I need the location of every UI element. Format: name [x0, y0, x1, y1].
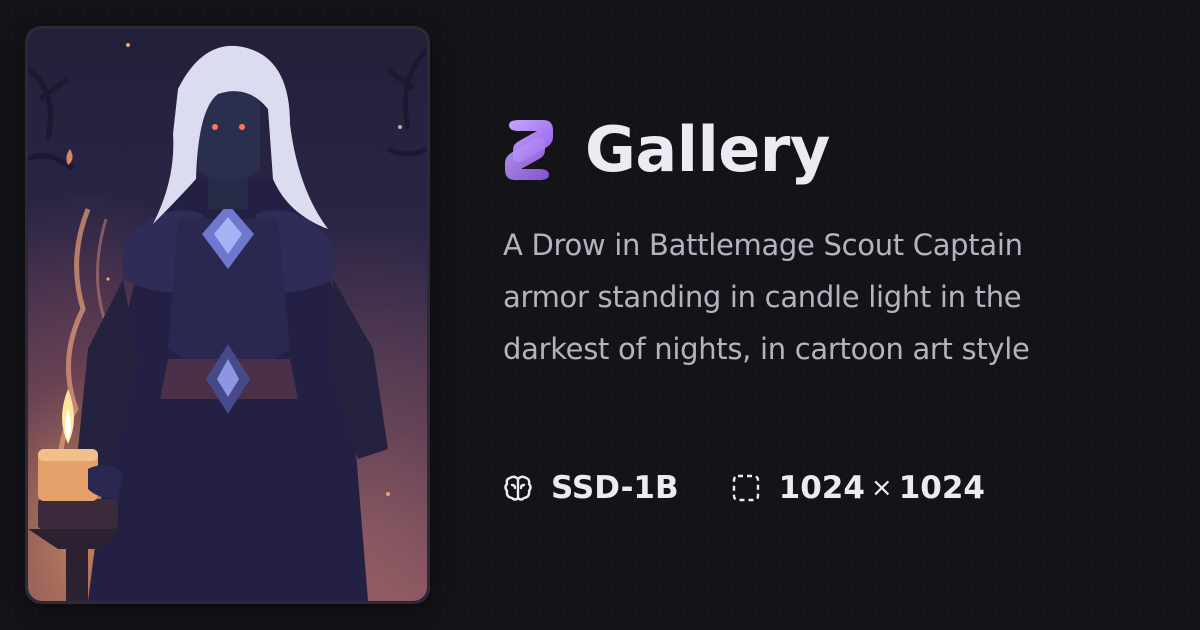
- model-info: SSD-1B: [503, 470, 679, 506]
- artwork-image[interactable]: [28, 29, 427, 601]
- artwork-card[interactable]: [25, 26, 430, 604]
- dashed-square-icon: [732, 474, 759, 502]
- dimension-separator: ×: [870, 473, 893, 503]
- gallery-logo-icon: [505, 120, 553, 180]
- drow-illustration: [28, 43, 427, 601]
- image-height: 1024: [898, 470, 985, 506]
- metadata-row: SSD-1B 1024 × 1024: [503, 466, 985, 510]
- brand-header[interactable]: Gallery: [503, 112, 830, 188]
- page-title: Gallery: [585, 113, 830, 186]
- brain-icon: [504, 475, 532, 501]
- model-name: SSD-1B: [551, 470, 679, 506]
- image-width: 1024: [778, 470, 865, 506]
- prompt-text: A Drow in Battlemage Scout Captain armor…: [503, 228, 1030, 366]
- dimensions-info: 1024 × 1024: [731, 470, 985, 506]
